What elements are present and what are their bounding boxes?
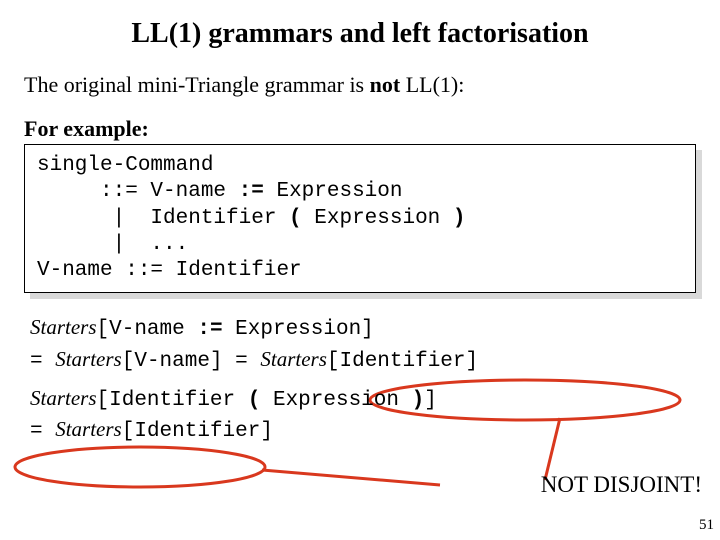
code-line-1: single-Command [37,154,213,177]
starters-1e: [V-name] [122,350,223,373]
starters-2d: ] [424,389,437,412]
starters-section: Starters[V-name := Expression] = Starter… [24,313,696,446]
intro-tail: LL(1): [400,72,464,97]
starters-rp: ) [412,389,425,412]
starters-assign: := [197,318,222,341]
starters-2f: [Identifier] [122,420,273,443]
starters-1c: Expression] [223,318,374,341]
starters-block-2: Starters[Identifier ( Expression )] = St… [30,384,696,447]
lparen: ( [289,207,302,230]
starters-word-2: Starters [55,347,122,371]
for-example-label: For example: [24,116,696,142]
slide-title: LL(1) grammars and left factorisation [24,18,696,50]
code-line-2b: Expression [264,180,403,203]
slide: LL(1) grammars and left factorisation Th… [0,0,720,540]
intro-text: The original mini-Triangle grammar is [24,72,370,97]
starters-text: Starters[V-name := Expression] = Starter… [30,313,696,446]
code-line-3b: Expression [302,207,453,230]
starters-eq1: = [30,350,55,373]
starters-eq3: = [30,420,55,443]
assign-op: := [239,180,264,203]
starters-lp: ( [248,389,261,412]
starters-block-1: Starters[V-name := Expression] = Starter… [30,313,696,376]
code-line-5: V-name ::= Identifier [37,259,302,282]
starters-2b: [Identifier [97,389,248,412]
page-number: 51 [699,517,714,534]
code-line-3a: | Identifier [37,207,289,230]
intro-emph: not [370,72,401,97]
starters-2c: Expression [260,389,411,412]
rparen: ) [453,207,466,230]
not-disjoint-label: NOT DISJOINT! [541,472,702,498]
starters-word-3: Starters [260,347,327,371]
starters-word-1: Starters [30,315,97,339]
starters-word-4: Starters [30,386,97,410]
grammar-box: single-Command ::= V-name := Expression … [24,144,696,293]
starters-word-5: Starters [55,417,122,441]
starters-1g: [Identifier] [327,350,478,373]
intro-line: The original mini-Triangle grammar is no… [24,72,696,98]
code-line-2a: ::= V-name [37,180,239,203]
starters-eq2: = [223,350,261,373]
code-line-4: | ... [37,233,188,256]
grammar-code: single-Command ::= V-name := Expression … [24,144,696,293]
starters-1b: [V-name [97,318,198,341]
